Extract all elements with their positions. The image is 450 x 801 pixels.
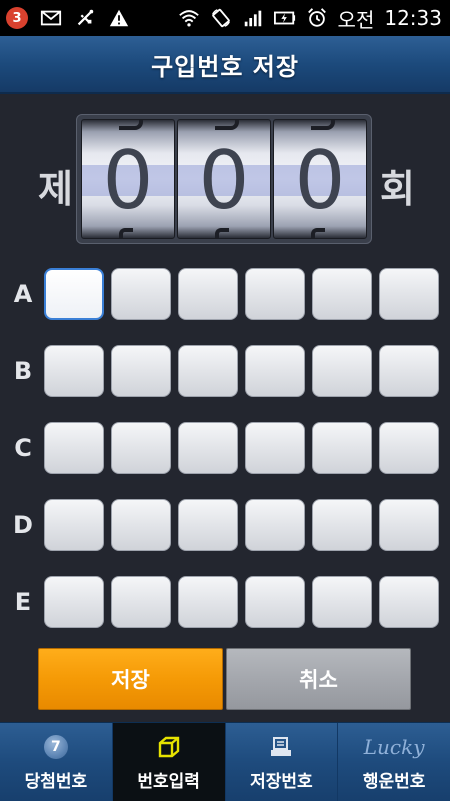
round-digit: 0 [102, 134, 154, 227]
number-cell-c2[interactable] [111, 422, 171, 474]
input-box-icon [156, 733, 182, 761]
number-cell-b5[interactable] [312, 345, 372, 397]
title-bar: 구입번호 저장 [0, 36, 450, 94]
number-cell-c3[interactable] [178, 422, 238, 474]
round-suffix-label: 회 [380, 167, 415, 211]
lucky-icon: Lucky [363, 734, 425, 759]
number-cell-b2[interactable] [111, 345, 171, 397]
clock-ampm: 오전 [337, 7, 375, 32]
lotto-ball-icon: 7 [43, 734, 68, 759]
number-cell-b6[interactable] [379, 345, 439, 397]
number-cell-d2[interactable] [111, 499, 171, 551]
row-label-c: C [14, 434, 32, 462]
signal-icon [242, 7, 264, 29]
number-cell-a6[interactable] [379, 268, 439, 320]
round-prefix-label: 제 [38, 167, 73, 211]
wifi-icon [178, 7, 200, 29]
tab-lucky-numbers[interactable]: Lucky 행운번호 [338, 723, 450, 801]
save-button[interactable]: 저장 [38, 648, 223, 710]
notification-count-badge[interactable]: 3 [6, 7, 28, 29]
saved-list-icon [269, 733, 293, 761]
round-digit-drum-1[interactable]: 0 [81, 119, 175, 239]
status-bar: 3 오전 12:33 [0, 0, 450, 36]
round-digit: 0 [198, 134, 250, 227]
round-digit: 0 [294, 134, 346, 227]
number-cell-b3[interactable] [178, 345, 238, 397]
bottom-tab-bar: 7 당첨번호 번호입력 저장번호 Lucky 행운번호 [0, 722, 450, 801]
row-label-d: D [13, 511, 33, 539]
number-cell-a1[interactable] [44, 268, 104, 320]
number-cell-a2[interactable] [111, 268, 171, 320]
number-cell-d5[interactable] [312, 499, 372, 551]
clock-time: 12:33 [384, 6, 442, 30]
number-cell-d6[interactable] [379, 499, 439, 551]
tab-winning-numbers[interactable]: 7 당첨번호 [0, 723, 113, 801]
number-cell-e1[interactable] [44, 576, 104, 628]
tab-label: 행운번호 [362, 771, 426, 792]
number-cell-c5[interactable] [312, 422, 372, 474]
round-digit-drum-2[interactable]: 0 [177, 119, 271, 239]
number-cell-d4[interactable] [245, 499, 305, 551]
number-cell-e2[interactable] [111, 576, 171, 628]
number-cell-e3[interactable] [178, 576, 238, 628]
round-number-drum[interactable]: 0 0 0 [76, 114, 372, 244]
number-cell-a3[interactable] [178, 268, 238, 320]
warning-icon [108, 7, 130, 29]
usb-icon [74, 7, 96, 29]
tab-label: 저장번호 [250, 771, 313, 792]
row-label-e: E [14, 588, 32, 616]
number-cell-c6[interactable] [379, 422, 439, 474]
number-cell-a4[interactable] [245, 268, 305, 320]
row-label-b: B [13, 357, 33, 385]
mail-icon [40, 7, 62, 29]
number-cell-a5[interactable] [312, 268, 372, 320]
tab-saved-numbers[interactable]: 저장번호 [225, 723, 339, 801]
alarm-icon [306, 7, 328, 29]
number-cell-e6[interactable] [379, 576, 439, 628]
round-digit-drum-3[interactable]: 0 [273, 119, 367, 239]
tab-number-input[interactable]: 번호입력 [112, 723, 226, 801]
number-cell-d3[interactable] [178, 499, 238, 551]
number-cell-c1[interactable] [44, 422, 104, 474]
number-cell-d1[interactable] [44, 499, 104, 551]
number-cell-c4[interactable] [245, 422, 305, 474]
row-label-a: A [13, 280, 33, 308]
number-cell-b1[interactable] [44, 345, 104, 397]
number-cell-e4[interactable] [245, 576, 305, 628]
number-cell-e5[interactable] [312, 576, 372, 628]
rotate-icon [210, 7, 232, 29]
tab-label: 번호입력 [137, 771, 200, 792]
cancel-button[interactable]: 취소 [226, 648, 411, 710]
battery-icon [273, 7, 296, 29]
number-cell-b4[interactable] [245, 345, 305, 397]
page-title: 구입번호 저장 [151, 52, 299, 81]
tab-label: 당첨번호 [24, 771, 88, 792]
